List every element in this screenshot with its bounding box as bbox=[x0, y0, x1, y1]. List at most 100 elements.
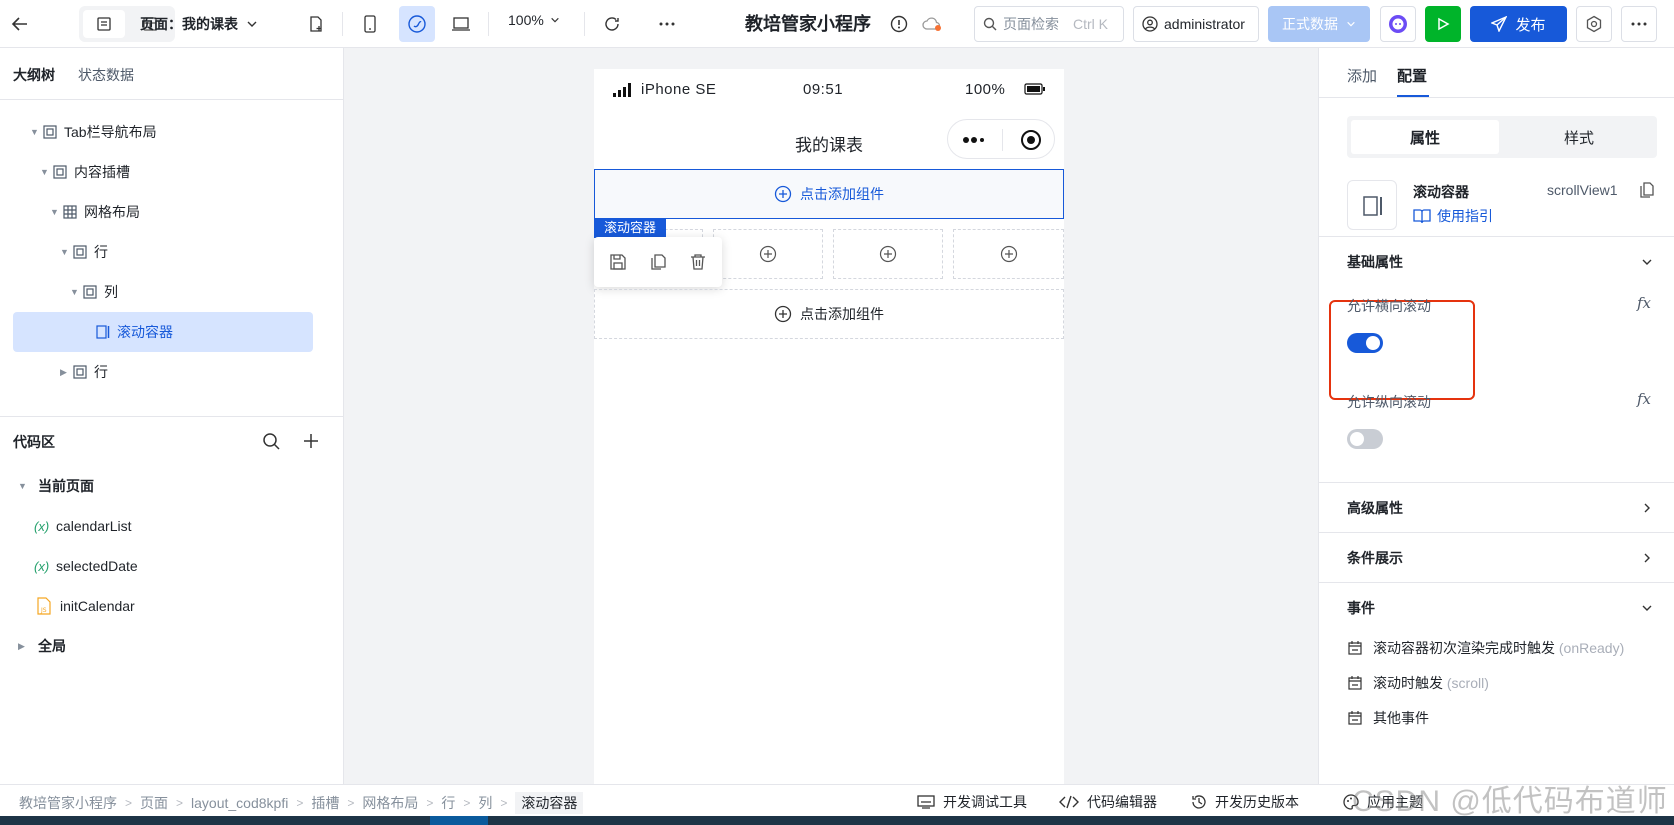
environment-select[interactable]: 正式数据 bbox=[1268, 6, 1370, 42]
caret-right-icon: ▶ bbox=[60, 366, 67, 377]
tab-add[interactable]: 添加 bbox=[1347, 65, 1377, 86]
tree-node[interactable]: ▼ 行 bbox=[0, 232, 343, 272]
scroll-container-icon bbox=[1363, 196, 1382, 216]
page-selector[interactable]: 页面：我的课表 bbox=[140, 12, 258, 36]
horizontal-scroll-toggle[interactable] bbox=[1347, 333, 1383, 353]
breadcrumb-item[interactable]: 列 bbox=[478, 793, 492, 813]
chevron-right-icon: > bbox=[426, 796, 434, 810]
add-component-placeholder[interactable]: 点击添加组件 bbox=[594, 289, 1064, 339]
tree-node-label: 行 bbox=[94, 244, 108, 260]
formula-fx-icon[interactable]: fx bbox=[1637, 390, 1651, 408]
page-view-icon[interactable] bbox=[83, 10, 125, 38]
tree-node[interactable]: ▼ Tab栏导航布局 bbox=[0, 112, 343, 152]
grid-cell[interactable] bbox=[953, 229, 1064, 279]
frame-icon bbox=[83, 285, 97, 299]
section-conditional-display[interactable]: 条件展示 bbox=[1319, 532, 1674, 582]
zoom-select[interactable]: 100% bbox=[508, 12, 560, 28]
current-page-group[interactable]: ▼ 当前页面 bbox=[0, 466, 343, 506]
usage-guide-label: 使用指引 bbox=[1437, 208, 1493, 224]
close-target-icon bbox=[1021, 130, 1041, 150]
global-label: 全局 bbox=[38, 638, 66, 654]
add-component-placeholder[interactable]: 点击添加组件 bbox=[594, 169, 1064, 219]
page-search-input[interactable]: 页面检索 Ctrl K bbox=[974, 6, 1124, 42]
search-icon[interactable] bbox=[262, 432, 280, 450]
tree-node-label: 网格布局 bbox=[84, 204, 140, 220]
grid-cell[interactable] bbox=[713, 229, 823, 279]
tree-node-label: 滚动容器 bbox=[117, 324, 173, 340]
event-item[interactable]: 其他事件 bbox=[1347, 706, 1429, 730]
tree-node-label: 列 bbox=[104, 284, 118, 300]
caret-down-icon: ▼ bbox=[18, 481, 27, 491]
tree-node[interactable]: ▶ 行 bbox=[0, 352, 343, 392]
grid-cell[interactable] bbox=[833, 229, 943, 279]
code-area-title: 代码区 bbox=[13, 434, 55, 450]
breadcrumb-item[interactable]: layout_cod8kpfi bbox=[191, 795, 288, 811]
tree-node-selected[interactable]: 滚动容器 bbox=[13, 312, 313, 352]
segment-styles[interactable]: 样式 bbox=[1505, 120, 1653, 154]
copy-icon[interactable] bbox=[649, 253, 667, 271]
code-item[interactable]: (x) selectedDate bbox=[0, 546, 343, 586]
add-component-label: 点击添加组件 bbox=[800, 186, 884, 202]
global-group[interactable]: ▶ 全局 bbox=[0, 626, 343, 666]
more-menu-button[interactable] bbox=[1621, 6, 1657, 42]
tree-node-label: Tab栏导航布局 bbox=[64, 124, 157, 140]
publish-button[interactable]: 发布 bbox=[1470, 6, 1567, 42]
tab-state-data[interactable]: 状态数据 bbox=[78, 65, 134, 85]
caret-down-icon: ▼ bbox=[60, 247, 69, 257]
vertical-scroll-toggle[interactable] bbox=[1347, 429, 1383, 449]
event-item[interactable]: 滚动容器初次渲染完成时触发 (onReady) bbox=[1347, 636, 1624, 660]
segment-properties[interactable]: 属性 bbox=[1351, 120, 1499, 154]
code-editor-button[interactable]: 代码编辑器 bbox=[1059, 792, 1157, 812]
tree-node[interactable]: ▼ 内容插槽 bbox=[0, 152, 343, 192]
chevron-right-icon: > bbox=[125, 796, 133, 810]
breadcrumb-item[interactable]: 插槽 bbox=[311, 793, 339, 813]
code-item[interactable]: (x) calendarList bbox=[0, 506, 343, 546]
tree-node[interactable]: ▼ 列 bbox=[0, 272, 343, 312]
calendar-event-icon bbox=[1348, 711, 1362, 725]
add-icon[interactable] bbox=[302, 432, 320, 450]
miniprogram-capsule[interactable] bbox=[947, 119, 1055, 159]
formula-fx-icon[interactable]: fx bbox=[1637, 294, 1651, 312]
save-icon[interactable] bbox=[609, 253, 627, 271]
new-page-icon[interactable] bbox=[304, 12, 328, 36]
section-basic-properties[interactable]: 基础属性 bbox=[1319, 236, 1674, 286]
info-alert-icon[interactable] bbox=[889, 14, 909, 34]
toggle-knob bbox=[1366, 336, 1380, 350]
back-arrow-icon[interactable] bbox=[8, 12, 32, 36]
run-preview-button[interactable] bbox=[1425, 6, 1461, 42]
breadcrumb-item[interactable]: 教培管家小程序 bbox=[19, 793, 117, 813]
chevron-right-icon: > bbox=[176, 796, 184, 810]
settings-hexagon-icon bbox=[1586, 15, 1602, 33]
trash-icon[interactable] bbox=[689, 253, 707, 271]
miniprogram-device-icon[interactable] bbox=[399, 6, 435, 42]
tree-node[interactable]: ▼ 网格布局 bbox=[0, 192, 343, 232]
refresh-icon[interactable] bbox=[600, 12, 624, 36]
usage-guide-link[interactable]: 使用指引 bbox=[1413, 206, 1493, 226]
tab-outline-tree[interactable]: 大纲树 bbox=[13, 65, 55, 85]
breadcrumb-item[interactable]: 网格布局 bbox=[362, 793, 418, 813]
tab-config[interactable]: 配置 bbox=[1397, 65, 1427, 86]
section-advanced-properties[interactable]: 高级属性 bbox=[1319, 482, 1674, 532]
code-item[interactable]: JS initCalendar bbox=[0, 586, 343, 626]
user-menu-button[interactable]: administrator bbox=[1133, 6, 1259, 42]
desktop-device-icon[interactable] bbox=[449, 12, 473, 36]
property-style-switch: 属性 样式 bbox=[1347, 116, 1657, 158]
dev-tools-button[interactable]: 开发调试工具 bbox=[917, 792, 1027, 812]
history-button[interactable]: 开发历史版本 bbox=[1191, 792, 1299, 812]
ai-assistant-button[interactable] bbox=[1380, 6, 1416, 42]
breadcrumb-current[interactable]: 滚动容器 bbox=[515, 792, 584, 814]
search-shortcut: Ctrl K bbox=[1073, 16, 1108, 32]
mobile-device-icon[interactable] bbox=[358, 12, 382, 36]
breadcrumb-item[interactable]: 行 bbox=[441, 793, 455, 813]
caret-down-icon: ▼ bbox=[70, 287, 79, 297]
more-horizontal-icon[interactable] bbox=[655, 12, 679, 36]
event-item[interactable]: 滚动时触发 (scroll) bbox=[1347, 671, 1489, 695]
chevron-right-icon: > bbox=[296, 796, 304, 810]
caret-right-icon: ▶ bbox=[18, 640, 25, 651]
cloud-sync-icon[interactable] bbox=[921, 14, 943, 34]
section-events[interactable]: 事件 bbox=[1319, 582, 1674, 632]
breadcrumb-item[interactable]: 页面 bbox=[140, 793, 168, 813]
settings-button[interactable] bbox=[1576, 6, 1612, 42]
copy-icon[interactable] bbox=[1639, 181, 1655, 199]
grid-icon bbox=[63, 205, 77, 219]
